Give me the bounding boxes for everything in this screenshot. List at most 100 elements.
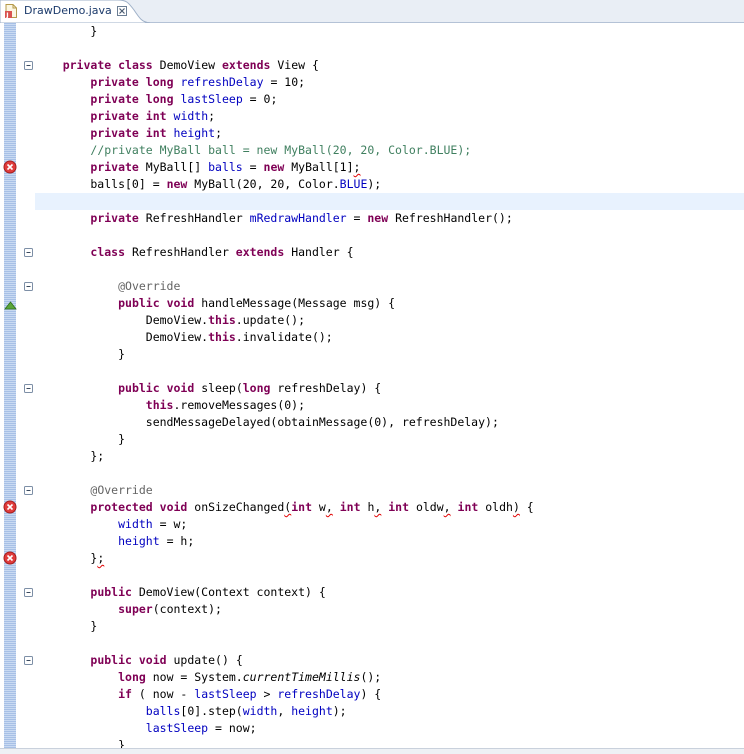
code-token: w: [312, 500, 326, 514]
code-line[interactable]: private int width;: [35, 108, 744, 125]
fold-collapse-icon[interactable]: [24, 248, 33, 257]
keyword-token: int: [145, 126, 167, 140]
error-marker-icon[interactable]: [3, 500, 17, 514]
code-line[interactable]: sendMessageDelayed(obtainMessage(0), ref…: [35, 414, 744, 431]
code-line[interactable]: [35, 40, 744, 57]
fold-collapse-icon[interactable]: [24, 384, 33, 393]
code-line[interactable]: if ( now - lastSleep > refreshDelay) {: [35, 686, 744, 703]
code-line[interactable]: }: [35, 346, 744, 363]
tab-drawdemo-java[interactable]: J DrawDemo.java: [0, 0, 150, 23]
code-line[interactable]: private long refreshDelay = 10;: [35, 74, 744, 91]
code-line[interactable]: lastSleep = now;: [35, 720, 744, 737]
code-line-text: super(context);: [35, 601, 222, 618]
code-line[interactable]: }: [35, 23, 744, 40]
fold-collapse-icon[interactable]: [24, 61, 33, 70]
code-line[interactable]: }: [35, 737, 744, 748]
code-line[interactable]: balls[0] = new MyBall(20, 20, Color.BLUE…: [35, 176, 744, 193]
code-line[interactable]: long now = System.currentTimeMillis();: [35, 669, 744, 686]
code-token: oldh: [478, 500, 513, 514]
code-token: DemoView(Context context) {: [131, 585, 326, 599]
code-line[interactable]: };: [35, 550, 744, 567]
keyword-token: int: [291, 500, 312, 514]
code-line[interactable]: @Override: [35, 278, 744, 295]
code-line[interactable]: public void update() {: [35, 652, 744, 669]
code-line[interactable]: width = w;: [35, 516, 744, 533]
error-marker-icon[interactable]: [3, 551, 17, 565]
code-line[interactable]: [35, 635, 744, 652]
horizontal-scrollbar[interactable]: [0, 748, 744, 754]
code-line[interactable]: }: [35, 618, 744, 635]
code-line[interactable]: this.removeMessages(0);: [35, 397, 744, 414]
fold-collapse-icon[interactable]: [24, 486, 33, 495]
code-line[interactable]: @Override: [35, 482, 744, 499]
code-line[interactable]: private MyBall[] balls = new MyBall[1];: [35, 159, 744, 176]
field-token: mRedrawHandler: [249, 211, 347, 225]
code-line[interactable]: private class DemoView extends View {: [35, 57, 744, 74]
code-line[interactable]: private int height;: [35, 125, 744, 142]
code-line[interactable]: height = h;: [35, 533, 744, 550]
svg-text:J: J: [5, 11, 8, 18]
code-line-text: private class DemoView extends View {: [35, 57, 319, 74]
code-line[interactable]: class RefreshHandler extends Handler {: [35, 244, 744, 261]
static-call-token: currentTimeMillis: [242, 670, 361, 684]
override-indicator-icon[interactable]: [4, 301, 17, 311]
keyword-token: this: [208, 330, 236, 344]
field-token: height: [173, 126, 216, 140]
code-line[interactable]: private RefreshHandler mRedrawHandler = …: [35, 210, 744, 227]
code-line[interactable]: public DemoView(Context context) {: [35, 584, 744, 601]
code-line[interactable]: [35, 227, 744, 244]
code-line[interactable]: DemoView.this.update();: [35, 312, 744, 329]
error-token: ): [512, 500, 520, 514]
keyword-token: public: [90, 585, 132, 599]
code-token: DemoView.: [35, 313, 209, 327]
keyword-token: private: [90, 126, 139, 140]
code-line[interactable]: [35, 567, 744, 584]
code-token: .removeMessages(0);: [173, 398, 306, 412]
code-token: }: [35, 619, 98, 633]
tab-title: DrawDemo.java: [24, 4, 112, 17]
keyword-token: int: [145, 109, 167, 123]
code-line[interactable]: };: [35, 448, 744, 465]
close-icon[interactable]: [117, 6, 127, 16]
code-line-text: lastSleep = now;: [35, 720, 257, 737]
fold-collapse-icon[interactable]: [24, 588, 33, 597]
keyword-token: long: [145, 75, 174, 89]
code-line[interactable]: DemoView.this.invalidate();: [35, 329, 744, 346]
code-text-area[interactable]: } private class DemoView extends View { …: [35, 23, 744, 748]
code-line[interactable]: balls[0].step(width, height);: [35, 703, 744, 720]
error-marker-icon[interactable]: [3, 160, 17, 174]
code-line[interactable]: [35, 465, 744, 482]
code-line[interactable]: super(context);: [35, 601, 744, 618]
code-line[interactable]: }: [35, 431, 744, 448]
code-line-text: width = w;: [35, 516, 187, 533]
code-line[interactable]: public void sleep(long refreshDelay) {: [35, 380, 744, 397]
keyword-token: public: [118, 381, 160, 395]
fold-collapse-icon[interactable]: [24, 282, 33, 291]
code-token: DemoView.: [35, 330, 209, 344]
fold-collapse-icon[interactable]: [24, 656, 33, 665]
java-code-editor[interactable]: } private class DemoView extends View { …: [0, 23, 744, 748]
code-token: ();: [360, 670, 382, 684]
code-line[interactable]: [35, 261, 744, 278]
keyword-token: class: [118, 58, 153, 72]
code-line-text: //private MyBall ball = new MyBall(20, 2…: [35, 142, 471, 159]
code-line[interactable]: //private MyBall ball = new MyBall(20, 2…: [35, 142, 744, 159]
code-line[interactable]: public void handleMessage(Message msg) {: [35, 295, 744, 312]
current-line[interactable]: [35, 193, 744, 210]
code-line-text: private int height;: [35, 125, 222, 142]
field-token: refreshDelay: [180, 75, 264, 89]
keyword-token: protected: [90, 500, 153, 514]
code-line[interactable]: [35, 363, 744, 380]
code-line[interactable]: protected void onSizeChanged(int w, int …: [35, 499, 744, 516]
code-token: }: [35, 24, 98, 38]
code-line[interactable]: private long lastSleep = 0;: [35, 91, 744, 108]
